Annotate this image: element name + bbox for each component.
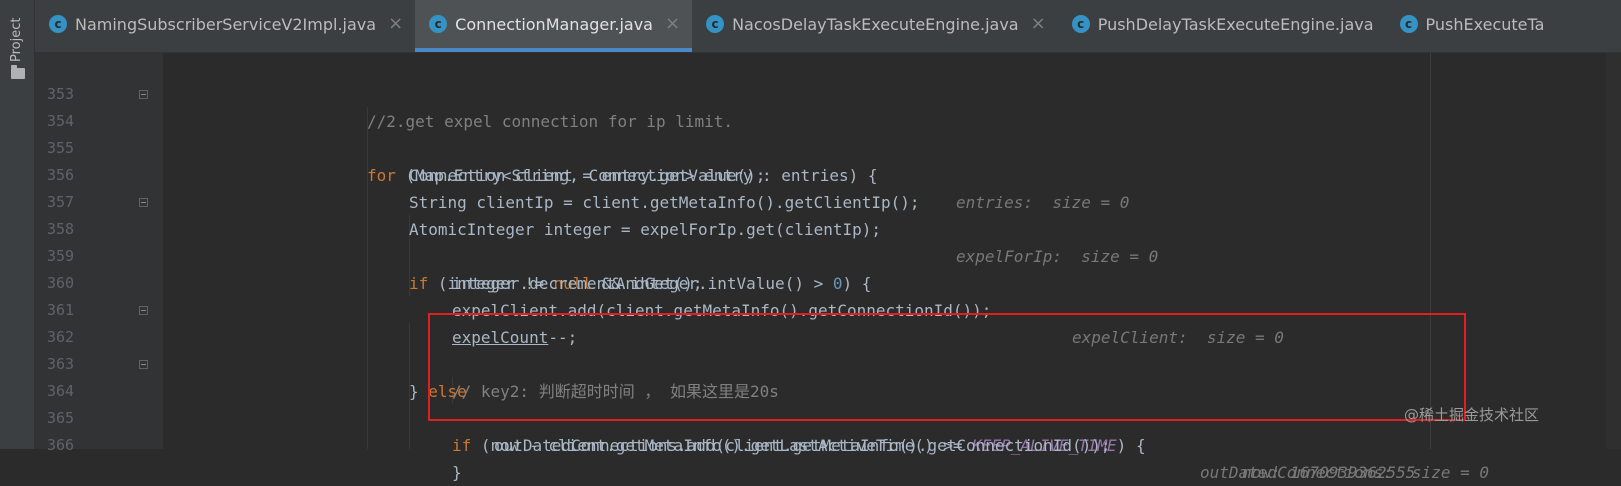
tab-connection-manager[interactable]: c ConnectionManager.java × xyxy=(415,0,693,52)
code-line-357: 357 AtomicInteger integer = expelForIp.g… xyxy=(0,162,1606,266)
code-text: outDatedConnections.add(client.getMetaIn… xyxy=(494,436,1111,455)
code-text: } xyxy=(452,463,462,482)
class-icon: c xyxy=(49,15,67,33)
class-icon: c xyxy=(706,15,725,33)
code-line-356: 356 String clientIp = client.getMetaInfo… xyxy=(0,135,1606,212)
class-icon: c xyxy=(429,15,448,33)
close-icon[interactable]: × xyxy=(1031,0,1046,49)
tab-label: NamingSubscriberServiceV2Impl.java xyxy=(75,15,377,34)
tab-label: ConnectionManager.java xyxy=(455,15,653,34)
highlight-annotation-box xyxy=(428,313,1466,421)
tab-label: NacosDelayTaskExecuteEngine.java xyxy=(732,15,1019,34)
debug-inline-value: outDatedConnections: size = 0 xyxy=(1200,463,1489,482)
code-text: ) { xyxy=(1116,436,1146,455)
tab-push-delay-task-execute-engine[interactable]: c PushDelayTaskExecuteEngine.java xyxy=(1058,0,1386,52)
vertical-scrollbar[interactable] xyxy=(1606,53,1621,449)
tab-naming-subscriber-service[interactable]: c NamingSubscriberServiceV2Impl.java × xyxy=(35,0,415,52)
tab-label: PushDelayTaskExecuteEngine.java xyxy=(1097,15,1374,34)
tab-push-execute-task[interactable]: c PushExecuteTa xyxy=(1386,0,1557,52)
class-icon: c xyxy=(1071,15,1090,33)
fold-marker-icon[interactable] xyxy=(139,198,148,207)
editor-tab-bar: c NamingSubscriberServiceV2Impl.java × c Co… xyxy=(35,0,1621,53)
tab-nacos-delay-task-execute-engine[interactable]: c NacosDelayTaskExecuteEngine.java × xyxy=(692,0,1058,52)
watermark: @稀土掘金技术社区 xyxy=(1404,406,1540,424)
fold-marker-icon[interactable] xyxy=(139,90,148,99)
close-icon[interactable]: × xyxy=(665,0,680,49)
code-line-360: 360 expelClient.add(client.getMetaInfo()… xyxy=(0,243,1606,347)
class-icon: c xyxy=(1399,15,1418,33)
fold-marker-icon[interactable] xyxy=(139,306,148,315)
fold-marker-icon[interactable] xyxy=(139,360,148,369)
code-line-355: 355 Connection client = entry.getValue()… xyxy=(0,108,1606,185)
code-line-354: 354 for (Map.Entry<String, Connection> e… xyxy=(0,81,1606,212)
tab-label: PushExecuteTa xyxy=(1425,15,1545,34)
close-icon[interactable]: × xyxy=(388,0,403,49)
code-line-358: 358 if (integer != null && integer.intVa… xyxy=(0,189,1606,293)
code-line-361: 361 expelCount--; xyxy=(0,270,1606,347)
code-line-353: 353 //2.get expel connection for ip limi… xyxy=(0,54,1606,131)
keyword: if xyxy=(452,436,472,455)
code-line-359: 359 integer.decrementAndGet(); xyxy=(0,216,1606,293)
line-number: 366 xyxy=(47,436,75,454)
